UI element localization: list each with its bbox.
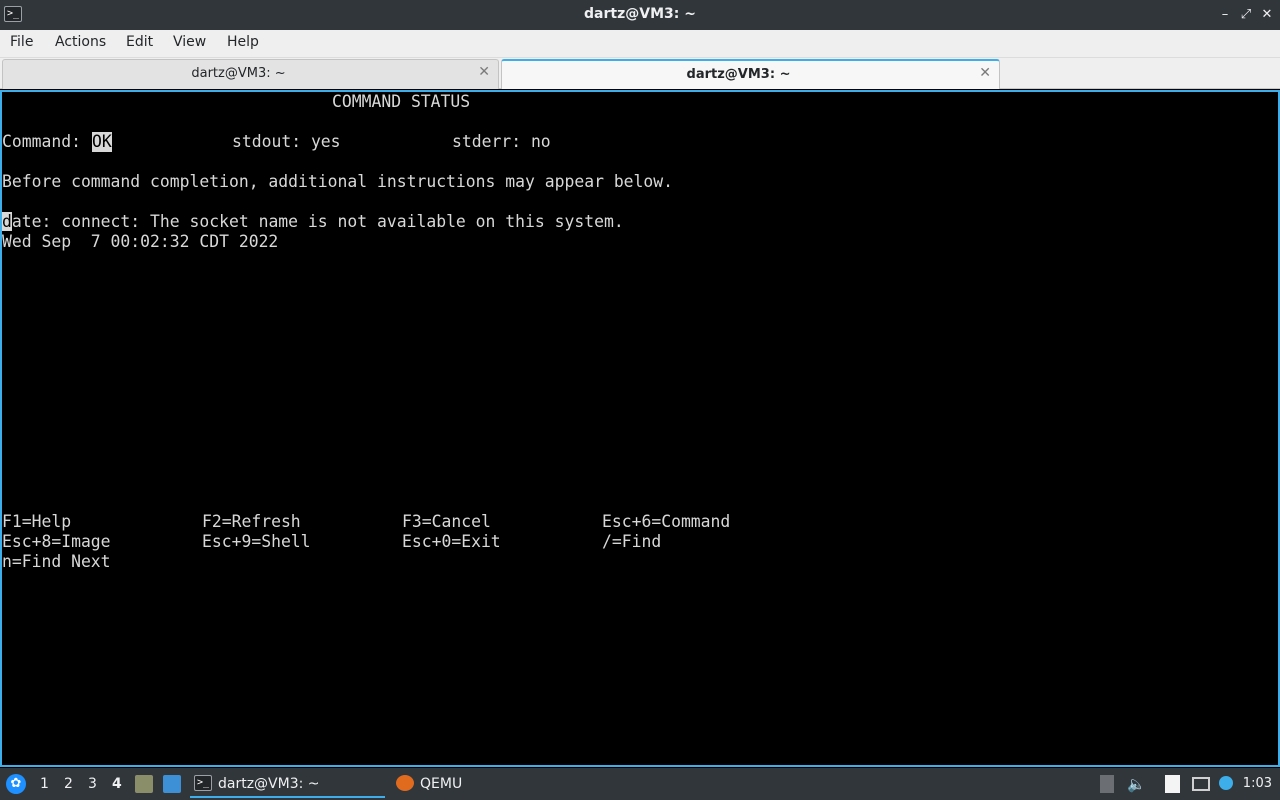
task-terminal[interactable]: >_ dartz@VM3: ~ <box>190 771 385 798</box>
desktop-1[interactable]: 1 <box>40 776 49 792</box>
start-menu-icon[interactable]: ✿ <box>6 774 26 794</box>
key-image: Esc+8=Image <box>2 532 111 551</box>
output-line: Wed Sep 7 00:02:32 CDT 2022 <box>2 232 279 251</box>
output-text: ate: connect: The socket name is not ava… <box>11 212 624 231</box>
task-label: QEMU <box>420 776 463 792</box>
key-command: Esc+6=Command <box>602 512 731 531</box>
cursor: d <box>2 212 12 231</box>
show-desktop-icon[interactable] <box>163 775 181 793</box>
clipboard-icon[interactable] <box>1100 775 1114 793</box>
key-refresh: F2=Refresh <box>202 512 301 531</box>
command-label: Command: <box>2 132 81 151</box>
volume-icon[interactable]: 🔈 <box>1127 775 1146 793</box>
command-status-value: OK <box>92 132 112 152</box>
menu-help[interactable]: Help <box>227 34 259 50</box>
menu-view[interactable]: View <box>173 34 206 50</box>
close-tab-icon[interactable]: ✕ <box>478 64 490 80</box>
window-title: dartz@VM3: ~ <box>584 6 696 22</box>
close-icon[interactable]: ✕ <box>1258 6 1276 24</box>
key-exit: Esc+0=Exit <box>402 532 501 551</box>
minimize-icon[interactable]: – <box>1216 6 1234 24</box>
notes-icon[interactable] <box>1165 775 1180 793</box>
key-find: /=Find <box>602 532 662 551</box>
desktop-4[interactable]: 4 <box>112 776 122 792</box>
task-label: dartz@VM3: ~ <box>218 776 320 792</box>
restore-icon[interactable]: ⤢ <box>1237 6 1255 24</box>
key-help: F1=Help <box>2 512 72 531</box>
key-shell: Esc+9=Shell <box>202 532 311 551</box>
file-manager-icon[interactable] <box>135 775 153 793</box>
output-line: date: connect: The socket name is not av… <box>2 212 624 232</box>
menu-edit[interactable]: Edit <box>126 34 153 50</box>
menu-bar: File Actions Edit View Help <box>0 30 1280 58</box>
terminal-icon: >_ <box>194 775 212 791</box>
network-icon[interactable] <box>1192 777 1210 791</box>
menu-file[interactable]: File <box>10 34 33 50</box>
tab-1[interactable]: dartz@VM3: ~ ✕ <box>2 59 499 89</box>
qemu-icon <box>396 775 414 791</box>
screen-header: COMMAND STATUS <box>332 92 471 111</box>
close-tab-icon[interactable]: ✕ <box>979 65 991 81</box>
tab-bar: dartz@VM3: ~ ✕ dartz@VM3: ~ ✕ <box>0 58 1280 89</box>
desktop-3[interactable]: 3 <box>88 776 97 792</box>
key-cancel: F3=Cancel <box>402 512 491 531</box>
tab-2[interactable]: dartz@VM3: ~ ✕ <box>501 59 1000 89</box>
taskbar: ✿ 1 2 3 4 >_ dartz@VM3: ~ QEMU 🔈 1:03 <box>0 768 1280 800</box>
tab-label: dartz@VM3: ~ <box>191 66 286 81</box>
stderr-status: stderr: no <box>452 132 551 151</box>
desktop-2[interactable]: 2 <box>64 776 73 792</box>
stdout-status: stdout: yes <box>232 132 341 151</box>
notification-icon[interactable] <box>1219 776 1233 790</box>
tab-label: dartz@VM3: ~ <box>686 67 791 82</box>
key-find-next: n=Find Next <box>2 552 111 571</box>
terminal-area[interactable]: COMMAND STATUS Command: OK stdout: yes s… <box>0 90 1280 767</box>
menu-actions[interactable]: Actions <box>55 34 106 50</box>
title-bar: >_ dartz@VM3: ~ – ⤢ ✕ <box>0 0 1280 30</box>
clock[interactable]: 1:03 <box>1243 776 1272 791</box>
info-text: Before command completion, additional in… <box>2 172 674 191</box>
task-qemu[interactable]: QEMU <box>392 771 542 798</box>
